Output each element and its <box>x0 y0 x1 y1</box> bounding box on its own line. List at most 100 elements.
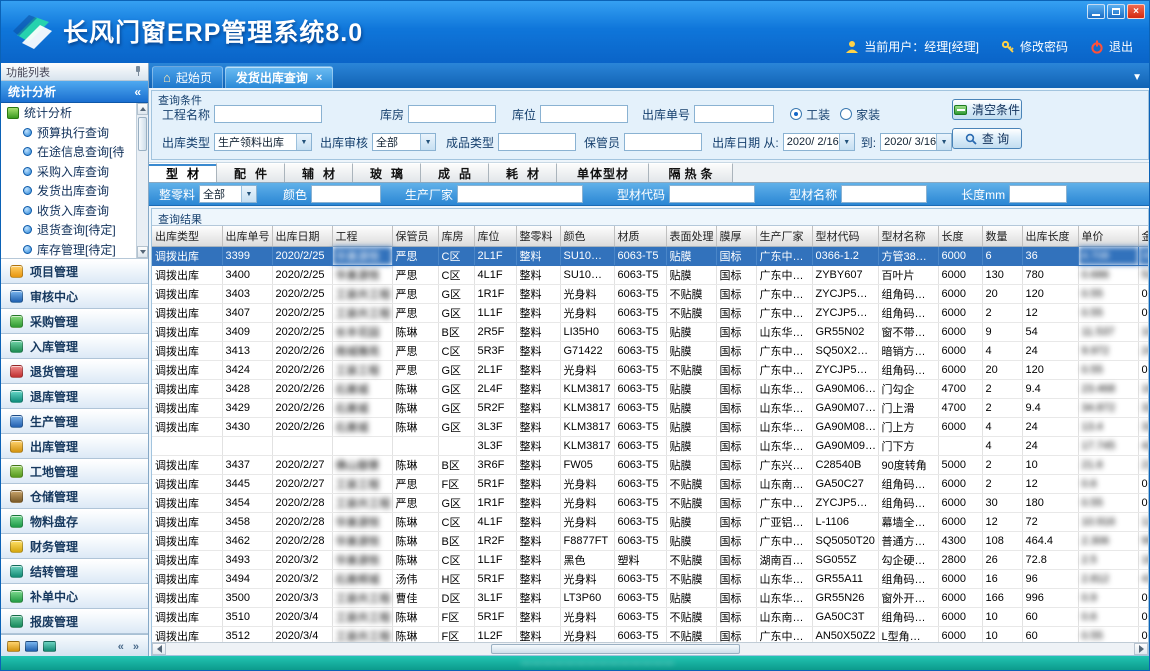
table-cell[interactable]: 6063-T5 <box>614 569 666 588</box>
table-cell[interactable]: 3493 <box>222 550 272 569</box>
table-cell[interactable]: 整料 <box>516 265 560 284</box>
table-cell[interactable]: 组角码… <box>878 360 938 379</box>
table-cell[interactable]: L-1106 <box>812 512 878 531</box>
project-name-input[interactable] <box>214 105 322 123</box>
table-cell[interactable]: 3R6F <box>474 455 516 474</box>
table-cell[interactable]: 0 <box>1138 607 1148 626</box>
table-cell[interactable]: 0.6 <box>1078 607 1138 626</box>
table-cell[interactable]: 6063-T5 <box>614 607 666 626</box>
table-row[interactable]: 调拨出库34132020/2/26南城雅苑严思C区5R3F整料G71422606… <box>152 341 1148 360</box>
table-row[interactable]: 调拨出库34072020/2/25工装共工程严思G区1L1F整料光身料6063-… <box>152 303 1148 322</box>
table-cell[interactable]: G区 <box>438 398 474 417</box>
table-cell[interactable]: 326 <box>1138 398 1148 417</box>
column-header[interactable]: 单价 <box>1078 226 1138 246</box>
table-cell[interactable]: 门下方 <box>878 436 938 455</box>
table-cell[interactable]: 整料 <box>516 379 560 398</box>
table-cell[interactable]: 6063-T5 <box>614 322 666 341</box>
scroll-thumb[interactable] <box>491 644 740 654</box>
maximize-button[interactable] <box>1107 4 1125 19</box>
table-cell[interactable]: 长丰花园 <box>332 322 392 341</box>
table-cell[interactable]: 2020/2/28 <box>272 531 332 550</box>
table-cell[interactable]: 1L1F <box>474 550 516 569</box>
table-cell[interactable]: 广东兴… <box>756 455 812 474</box>
table-cell[interactable]: 整料 <box>516 246 560 265</box>
table-cell[interactable]: 整料 <box>516 455 560 474</box>
table-cell[interactable]: KLM3817 <box>560 417 614 436</box>
table-cell[interactable]: 5R1F <box>474 607 516 626</box>
color-input[interactable] <box>311 185 381 203</box>
table-cell[interactable]: 3430 <box>222 417 272 436</box>
table-cell[interactable]: 严思 <box>392 341 438 360</box>
column-header[interactable]: 颜色 <box>560 226 614 246</box>
table-cell[interactable]: 贴膜 <box>666 512 716 531</box>
table-cell[interactable]: 21.6 <box>1078 455 1138 474</box>
order-no-input[interactable] <box>694 105 774 123</box>
table-cell[interactable]: 423 <box>1138 436 1148 455</box>
table-cell[interactable]: 山东华… <box>756 417 812 436</box>
table-cell[interactable]: 11.537 <box>1078 322 1138 341</box>
table-cell[interactable]: 国标 <box>716 436 756 455</box>
tree-root-item[interactable]: 统计分析 <box>1 103 148 123</box>
table-cell[interactable]: 90度转角 <box>878 455 938 474</box>
table-cell[interactable]: 调拨出库 <box>152 322 222 341</box>
table-cell[interactable] <box>222 436 272 455</box>
table-cell[interactable]: 2.306 <box>1078 531 1138 550</box>
column-header[interactable]: 膜厚 <box>716 226 756 246</box>
column-header[interactable]: 出库类型 <box>152 226 222 246</box>
table-cell[interactable]: 6063-T5 <box>614 493 666 512</box>
table-cell[interactable]: 陈琳 <box>392 550 438 569</box>
table-cell[interactable]: F区 <box>438 607 474 626</box>
material-tab-单体型材[interactable]: 单体型材 <box>557 163 649 182</box>
column-header[interactable]: 金 <box>1138 226 1148 246</box>
table-cell[interactable]: 石美辉城 <box>332 569 392 588</box>
table-cell[interactable]: 方管38… <box>878 246 938 265</box>
column-header[interactable]: 库房 <box>438 226 474 246</box>
column-header[interactable]: 长度 <box>938 226 982 246</box>
table-cell[interactable]: 不贴膜 <box>666 626 716 642</box>
table-cell[interactable]: 32 <box>1138 417 1148 436</box>
table-cell[interactable]: G区 <box>438 493 474 512</box>
table-cell[interactable]: 国标 <box>716 626 756 642</box>
table-cell[interactable]: KLM3817 <box>560 398 614 417</box>
table-cell[interactable]: GR55N02 <box>812 322 878 341</box>
table-cell[interactable]: 工装工程 <box>332 474 392 493</box>
table-cell[interactable] <box>392 436 438 455</box>
table-row[interactable]: 3L3F整料KLM38176063-T5贴膜国标山东华…GA90M09…门下方4… <box>152 436 1148 455</box>
sidebar-group-出库管理[interactable]: 出库管理 <box>1 434 148 459</box>
table-cell[interactable]: 贴膜 <box>666 322 716 341</box>
table-cell[interactable] <box>438 436 474 455</box>
table-cell[interactable]: 6063-T5 <box>614 341 666 360</box>
sidebar-group-报废管理[interactable]: 报废管理 <box>1 609 148 634</box>
table-cell[interactable]: 贴膜 <box>666 246 716 265</box>
table-cell[interactable]: 山东华… <box>756 569 812 588</box>
date-to-picker[interactable]: 2020/ 3/16 ▼ <box>880 133 952 151</box>
table-cell[interactable]: 调拨出库 <box>152 493 222 512</box>
table-cell[interactable]: 6063-T5 <box>614 455 666 474</box>
table-cell[interactable]: 0 <box>1138 284 1148 303</box>
table-cell[interactable]: 2020/3/2 <box>272 569 332 588</box>
table-cell[interactable]: 国标 <box>716 322 756 341</box>
table-cell[interactable]: 不贴膜 <box>666 607 716 626</box>
table-cell[interactable]: 光身料 <box>560 607 614 626</box>
table-cell[interactable]: 陈琳 <box>392 455 438 474</box>
column-header[interactable]: 保管员 <box>392 226 438 246</box>
table-cell[interactable]: 3407 <box>222 303 272 322</box>
table-cell[interactable]: 216 <box>1138 455 1148 474</box>
table-cell[interactable]: 汤伟 <box>392 569 438 588</box>
monitor-mini-icon[interactable] <box>43 641 56 652</box>
table-cell[interactable]: 严思 <box>392 474 438 493</box>
h-scrollbar[interactable] <box>152 642 1148 655</box>
table-cell[interactable]: GA90M09… <box>812 436 878 455</box>
table-cell[interactable]: 塑料 <box>614 550 666 569</box>
table-cell[interactable]: 严思 <box>392 265 438 284</box>
logout-button[interactable]: 退出 <box>1090 38 1133 55</box>
table-cell[interactable]: 南城雅苑 <box>332 341 392 360</box>
table-cell[interactable]: 166 <box>982 588 1022 607</box>
table-cell[interactable]: 2020/2/26 <box>272 417 332 436</box>
table-cell[interactable]: 41 <box>1138 569 1148 588</box>
table-cell[interactable] <box>152 436 222 455</box>
table-cell[interactable]: 门上滑 <box>878 398 938 417</box>
table-cell[interactable]: 光身料 <box>560 303 614 322</box>
tree-item[interactable]: 采购入库查询 <box>1 162 148 182</box>
table-cell[interactable]: 6000 <box>938 360 982 379</box>
